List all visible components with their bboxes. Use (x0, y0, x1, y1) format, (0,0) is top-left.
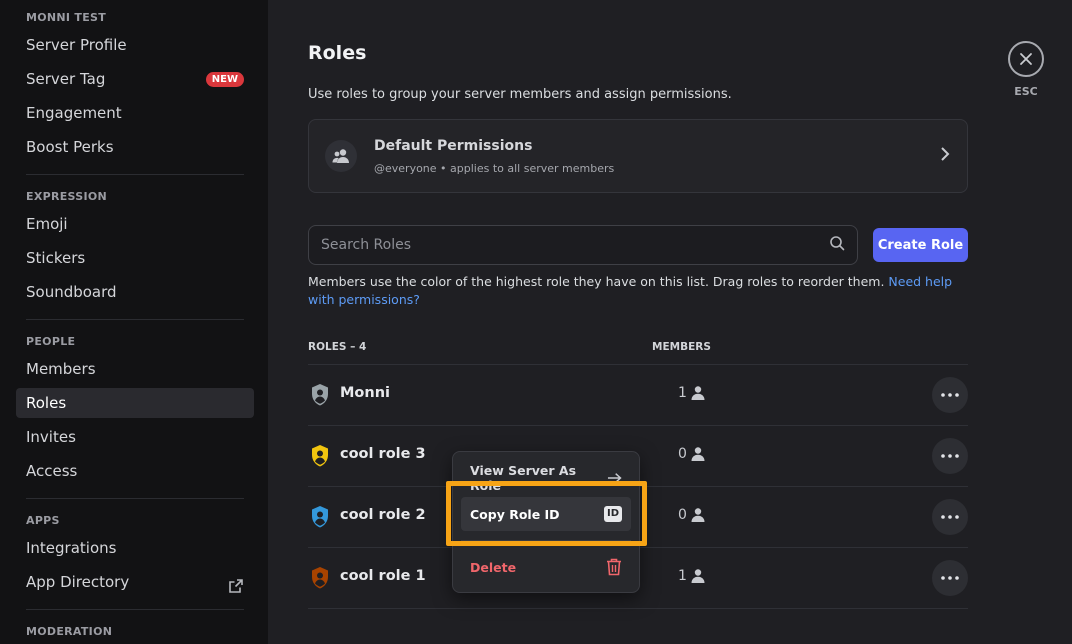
sidebar-item-app-directory[interactable]: App Directory (16, 567, 254, 597)
sidebar-item-label: Stickers (26, 249, 86, 267)
people-icon (325, 140, 357, 172)
id-icon: ID (604, 506, 622, 522)
person-icon (691, 569, 705, 583)
close-button[interactable] (1008, 41, 1044, 77)
role-shield-icon (310, 444, 330, 468)
role-member-count: 0 (678, 507, 706, 523)
sidebar-group-server: MONNI TEST (26, 11, 107, 24)
menu-divider (461, 540, 631, 541)
copy-role-id-item[interactable]: Copy Role ID ID (461, 497, 631, 531)
search-roles-box (308, 225, 858, 265)
sidebar-item-label: Emoji (26, 215, 68, 233)
sidebar-item-engagement[interactable]: Engagement (16, 98, 254, 128)
settings-sidebar: MONNI TEST Server Profile Server Tag NEW… (0, 0, 268, 644)
sidebar-item-roles[interactable]: Roles (16, 388, 254, 418)
esc-label: ESC (1014, 85, 1038, 98)
more-icon (941, 515, 959, 519)
view-server-as-role-item[interactable]: View Server As Role (461, 461, 631, 495)
menu-item-label: Delete (470, 559, 517, 575)
sidebar-item-boost-perks[interactable]: Boost Perks (16, 132, 254, 162)
sidebar-item-label: Members (26, 360, 96, 378)
person-icon (691, 386, 705, 400)
close-settings[interactable]: ESC (1008, 41, 1044, 98)
sidebar-item-label: Soundboard (26, 283, 117, 301)
sidebar-item-server-tag[interactable]: Server Tag NEW (16, 64, 254, 94)
role-member-count: 0 (678, 446, 706, 462)
member-count-value: 1 (678, 385, 687, 401)
chevron-right-icon (939, 146, 951, 166)
sidebar-group-people: PEOPLE (26, 335, 76, 348)
new-badge: NEW (205, 71, 244, 87)
page-title: Roles (308, 42, 367, 64)
sidebar-item-soundboard[interactable]: Soundboard (16, 277, 254, 307)
role-shield-icon (310, 383, 330, 407)
create-role-button[interactable]: Create Role (873, 228, 968, 262)
delete-role-item[interactable]: Delete (461, 550, 631, 584)
role-name: cool role 1 (340, 568, 426, 584)
sidebar-group-expression: EXPRESSION (26, 190, 108, 203)
sidebar-item-access[interactable]: Access (16, 456, 254, 486)
external-link-icon (228, 574, 244, 593)
person-icon (691, 508, 705, 522)
menu-item-label: View Server As Role (470, 463, 577, 493)
role-name: cool role 2 (340, 507, 426, 523)
sidebar-group-moderation: MODERATION (26, 625, 113, 638)
sidebar-item-label: Server Tag (26, 70, 106, 88)
sidebar-item-label: Engagement (26, 104, 122, 122)
role-name: cool role 3 (340, 446, 426, 462)
sidebar-item-integrations[interactable]: Integrations (16, 533, 254, 563)
role-member-count: 1 (678, 568, 706, 584)
sidebar-item-label: Invites (26, 428, 76, 446)
member-count-value: 0 (678, 446, 687, 462)
sidebar-divider (26, 174, 244, 175)
search-roles-input[interactable] (321, 237, 829, 253)
member-count-value: 0 (678, 507, 687, 523)
roles-column-header: ROLES – 4 (308, 341, 367, 353)
page-description: Use roles to group your server members a… (308, 87, 732, 102)
sidebar-item-stickers[interactable]: Stickers (16, 243, 254, 273)
search-icon (829, 235, 845, 255)
role-more-button[interactable] (932, 560, 968, 596)
sidebar-item-emoji[interactable]: Emoji (16, 209, 254, 239)
member-count-value: 1 (678, 568, 687, 584)
role-more-button[interactable] (932, 499, 968, 535)
roles-table-header: ROLES – 4 MEMBERS (308, 341, 968, 365)
sidebar-divider (26, 609, 244, 610)
sidebar-item-label: Integrations (26, 539, 117, 557)
sidebar-item-server-profile[interactable]: Server Profile (16, 30, 254, 60)
default-permissions-subtitle: @everyone • applies to all server member… (374, 161, 615, 175)
sidebar-divider (26, 319, 244, 320)
help-text-body: Members use the color of the highest rol… (308, 274, 885, 289)
sidebar-item-invites[interactable]: Invites (16, 422, 254, 452)
role-row[interactable]: Monni 1 (308, 365, 968, 426)
role-name: Monni (340, 385, 391, 401)
sidebar-item-label: Roles (26, 394, 67, 412)
sidebar-item-label: Boost Perks (26, 138, 114, 156)
role-member-count: 1 (678, 385, 706, 401)
sidebar-item-members[interactable]: Members (16, 354, 254, 384)
trash-icon (607, 558, 621, 576)
role-more-button[interactable] (932, 377, 968, 413)
roles-help-text: Members use the color of the highest rol… (308, 273, 958, 309)
role-more-button[interactable] (932, 438, 968, 474)
more-icon (941, 393, 959, 397)
default-permissions-title: Default Permissions (374, 137, 533, 154)
sidebar-group-apps: APPS (26, 514, 60, 527)
role-shield-icon (310, 505, 330, 529)
sidebar-item-label: App Directory (26, 573, 130, 591)
role-context-menu: View Server As Role Copy Role ID ID Dele… (452, 451, 640, 593)
close-icon (1020, 53, 1032, 65)
arrow-right-icon (607, 473, 622, 483)
sidebar-item-label: Access (26, 462, 78, 480)
more-icon (941, 454, 959, 458)
more-icon (941, 576, 959, 580)
role-shield-icon (310, 566, 330, 590)
default-permissions-card[interactable]: Default Permissions @everyone • applies … (308, 119, 968, 193)
menu-item-label: Copy Role ID (470, 506, 560, 522)
sidebar-item-label: Server Profile (26, 36, 127, 54)
roles-settings-panel: Roles Use roles to group your server mem… (268, 0, 1072, 644)
members-column-header: MEMBERS (652, 341, 711, 353)
person-icon (691, 447, 705, 461)
sidebar-divider (26, 498, 244, 499)
